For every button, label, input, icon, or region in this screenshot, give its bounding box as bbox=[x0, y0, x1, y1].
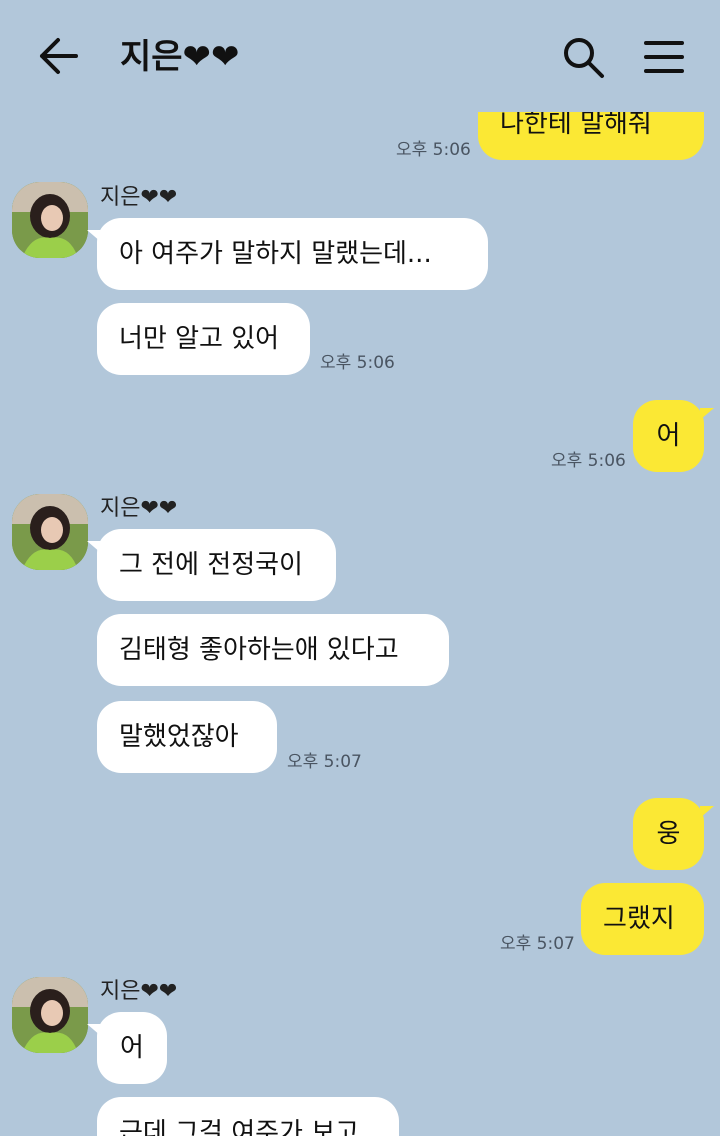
sender-name: 지은❤❤ bbox=[100, 185, 178, 210]
profile-photo bbox=[12, 977, 88, 1053]
search-button[interactable] bbox=[560, 34, 606, 80]
message-time: 오후 5:06 bbox=[396, 140, 471, 160]
incoming-message[interactable]: 아 여주가 말하지 말랬는데... bbox=[87, 218, 488, 290]
outgoing-message[interactable]: 그랬지 bbox=[581, 883, 704, 955]
chat-header: 지은❤❤ bbox=[0, 0, 720, 112]
message-time: 오후 5:07 bbox=[287, 752, 362, 772]
incoming-message[interactable]: 근데 그걸 여주가 보고 bbox=[97, 1097, 399, 1136]
chat-title: 지은❤❤ bbox=[120, 37, 240, 77]
outgoing-message[interactable]: 어 bbox=[633, 400, 714, 472]
arrow-left-icon bbox=[40, 38, 78, 74]
sender-name: 지은❤❤ bbox=[100, 979, 178, 1004]
outgoing-message[interactable]: 웅 bbox=[633, 798, 714, 870]
avatar[interactable] bbox=[12, 182, 88, 258]
avatar[interactable] bbox=[12, 977, 88, 1053]
message-time: 오후 5:07 bbox=[500, 934, 575, 954]
chat-area[interactable]: 나한테 말해줘 오후 5:06 지은❤❤ 아 여주가 말하지 말랬는데... 너… bbox=[0, 0, 720, 1136]
back-button[interactable] bbox=[36, 36, 80, 76]
hamburger-menu-icon bbox=[644, 41, 684, 73]
message-time: 오후 5:06 bbox=[551, 451, 626, 471]
profile-photo bbox=[12, 494, 88, 570]
incoming-message[interactable]: 그 전에 전정국이 bbox=[87, 529, 336, 601]
sender-name: 지은❤❤ bbox=[100, 496, 178, 521]
search-icon bbox=[564, 38, 604, 78]
incoming-message[interactable]: 말했었잖아 bbox=[97, 701, 277, 773]
incoming-message[interactable]: 너만 알고 있어 bbox=[97, 303, 310, 375]
avatar[interactable] bbox=[12, 494, 88, 570]
message-time: 오후 5:06 bbox=[320, 353, 395, 373]
incoming-message[interactable]: 어 bbox=[87, 1012, 167, 1084]
incoming-message[interactable]: 김태형 좋아하는애 있다고 bbox=[97, 614, 449, 686]
menu-button[interactable] bbox=[642, 38, 686, 76]
profile-photo bbox=[12, 182, 88, 258]
